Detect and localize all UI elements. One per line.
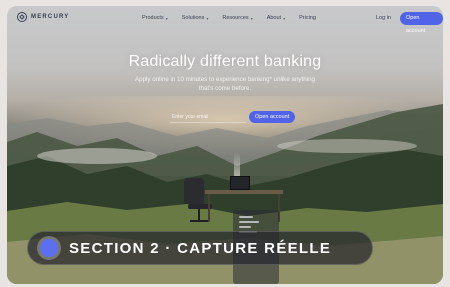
record-dot-icon [40,239,58,257]
nav-link-solutions[interactable]: Solutions ▾ [182,15,209,21]
desk [205,190,283,194]
desk-monitor [230,176,250,190]
nav-link-label: Pricing [299,15,316,21]
hero-open-account-button[interactable]: Open account [249,111,296,123]
section-banner: SECTION 2 · CAPTURE RÉELLE [27,231,373,265]
office-chair [184,178,204,204]
nav-link-resources[interactable]: Resources ▾ [222,15,252,21]
section-banner-label: SECTION 2 · CAPTURE RÉELLE [69,240,332,257]
chevron-down-icon: ▾ [165,15,168,21]
desk-leg-left [208,194,210,222]
nav-link-label: Resources [222,15,249,21]
nav-link-label: Products [142,15,164,21]
stream-path [234,152,240,178]
office-chair-base [190,220,208,222]
mercury-logo[interactable]: MERCURY [17,12,70,22]
chevron-down-icon: ▾ [206,15,209,21]
mercury-logo-icon [17,12,27,22]
nav-link-products[interactable]: Products ▾ [142,15,168,21]
hero-title: Radically different banking [128,53,322,70]
open-account-button[interactable]: Open account [400,12,443,34]
hero-subtitle: Apply online in 10 minutes to experience… [135,76,315,92]
dashboard-preview-line [239,226,251,228]
chevron-down-icon: ▾ [250,15,253,21]
nav-link-label: About [266,15,282,21]
nav-link-label: Solutions [181,15,205,21]
nav-link-pricing[interactable]: Pricing [299,15,316,21]
dashboard-preview-line [239,216,253,218]
dashboard-preview-line [239,221,259,223]
logo-text: MERCURY [31,14,70,20]
email-input[interactable] [170,111,246,123]
chevron-down-icon: ▾ [283,15,286,21]
login-link[interactable]: Log in [376,15,391,21]
nav-links: Products ▾ Solutions ▾ Resources ▾ About… [142,15,316,21]
top-navigation: MERCURY Products ▾ Solutions ▾ Resources… [7,6,443,34]
nav-link-about[interactable]: About ▾ [267,15,285,21]
